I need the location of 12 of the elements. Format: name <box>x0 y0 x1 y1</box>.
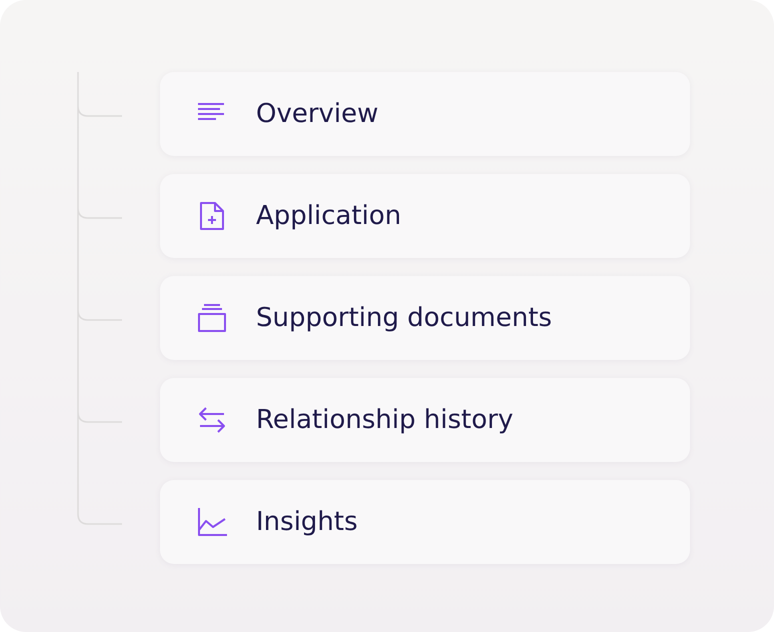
nav-label: Relationship history <box>256 405 514 435</box>
nav-card[interactable]: Application <box>160 174 690 258</box>
nav-label: Insights <box>256 507 358 537</box>
stack-icon <box>196 302 228 334</box>
nav-card[interactable]: Relationship history <box>160 378 690 462</box>
nav-label: Overview <box>256 99 378 129</box>
line-chart-icon <box>196 506 228 538</box>
nav-label: Supporting documents <box>256 303 552 333</box>
nav-card[interactable]: Supporting documents <box>160 276 690 360</box>
nav-card[interactable]: Overview <box>160 72 690 156</box>
nav-label: Application <box>256 201 402 231</box>
nav-card[interactable]: Insights <box>160 480 690 564</box>
